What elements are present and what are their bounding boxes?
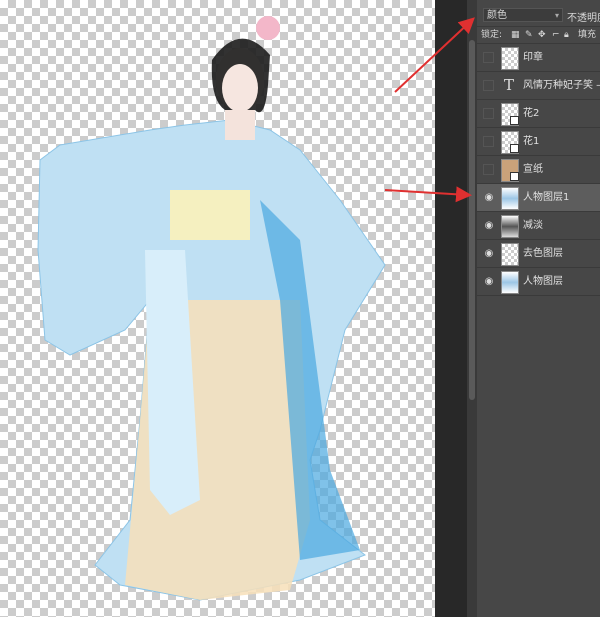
- smart-object-icon: [510, 116, 519, 125]
- blend-mode-dropdown[interactable]: 颜色 ▾: [483, 8, 563, 22]
- layer-name[interactable]: 人物图层1: [523, 184, 569, 211]
- layer-row[interactable]: 印章: [477, 44, 600, 72]
- eye-icon[interactable]: [483, 108, 494, 119]
- eye-icon[interactable]: ◉: [483, 192, 495, 203]
- eye-icon[interactable]: [483, 52, 494, 63]
- layer-thumbnail: [501, 271, 519, 294]
- layer-name[interactable]: 宣纸: [523, 156, 543, 183]
- layer-name[interactable]: 人物图层: [523, 268, 563, 295]
- layer-name[interactable]: 花1: [523, 128, 539, 155]
- eye-icon[interactable]: ◉: [483, 248, 495, 259]
- layer-row[interactable]: ◉ 减淡: [477, 212, 600, 240]
- layer-name[interactable]: 去色图层: [523, 240, 563, 267]
- eye-icon[interactable]: [483, 164, 494, 175]
- layer-thumbnail: [501, 243, 519, 266]
- layer-name[interactable]: 风情万种妃子笑 —: [523, 72, 600, 99]
- layer-thumbnail: [501, 215, 519, 238]
- scrollbar[interactable]: [467, 0, 477, 617]
- opacity-label[interactable]: 不透明度: [567, 9, 600, 24]
- eye-icon[interactable]: ◉: [483, 276, 495, 287]
- eye-icon[interactable]: [483, 80, 494, 91]
- layers-list: 印章 T 风情万种妃子笑 — 花2 花1 宣纸 ◉ 人物图层1 ◉ 减淡 ◉ 去色图层 ◉ 人物图层: [477, 44, 600, 296]
- layer-thumbnail: [501, 47, 519, 70]
- layer-row[interactable]: ◉ 人物图层1: [477, 184, 600, 212]
- layer-row[interactable]: 花1: [477, 128, 600, 156]
- lock-position-icon[interactable]: ✥: [538, 27, 546, 43]
- layers-panel: 颜色▾ 不透明度 锁定: ▦ ✎ ✥ ⌐ 🔒︎ 填充 印章T风情万种妃子笑 —花…: [477, 0, 600, 617]
- layer-name[interactable]: 花2: [523, 100, 539, 127]
- layer-name[interactable]: 印章: [523, 44, 543, 71]
- layer-row[interactable]: 花2: [477, 100, 600, 128]
- lock-transparent-icon[interactable]: ▦: [511, 27, 520, 43]
- smart-object-icon: [510, 144, 519, 153]
- layer-thumbnail: [501, 187, 519, 210]
- layer-row[interactable]: 宣纸: [477, 156, 600, 184]
- layer-row[interactable]: ◉ 去色图层: [477, 240, 600, 268]
- panel-gutter: [435, 0, 467, 617]
- blend-mode-value: 颜色: [487, 10, 507, 21]
- text-layer-icon: T: [503, 76, 514, 94]
- costumed-woman-image: [37, 16, 386, 601]
- lock-artboard-icon[interactable]: ⌐: [552, 27, 560, 43]
- fill-label: 填充: [578, 30, 597, 40]
- lock-brush-icon[interactable]: ✎: [525, 27, 533, 43]
- eye-icon[interactable]: ◉: [483, 220, 495, 231]
- lock-all-icon[interactable]: 🔒︎: [564, 27, 569, 43]
- layer-row[interactable]: ◉ 人物图层: [477, 268, 600, 296]
- layer-row[interactable]: T 风情万种妃子笑 —: [477, 72, 600, 100]
- eye-icon[interactable]: [483, 136, 494, 147]
- layer-name[interactable]: 减淡: [523, 212, 543, 239]
- chevron-down-icon: ▾: [554, 11, 559, 20]
- scrollbar-thumb[interactable]: [469, 40, 475, 400]
- hanfu-figure: [37, 16, 386, 601]
- lock-label: 锁定:: [481, 30, 503, 40]
- smart-object-icon: [510, 172, 519, 181]
